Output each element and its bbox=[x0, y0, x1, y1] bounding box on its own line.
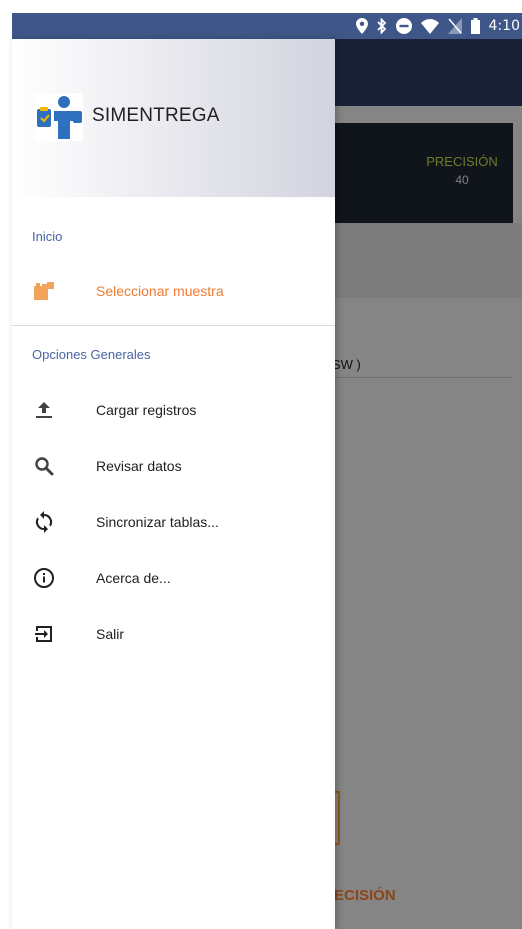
menu-label: Sincronizar tablas... bbox=[96, 514, 219, 530]
menu-item-cargar-registros[interactable]: Cargar registros bbox=[12, 390, 335, 430]
select-sample-icon bbox=[32, 279, 56, 303]
location-icon bbox=[355, 18, 368, 34]
menu-label: Seleccionar muestra bbox=[96, 283, 224, 299]
bluetooth-icon bbox=[376, 18, 387, 34]
screen-edge bbox=[0, 0, 12, 929]
upload-icon bbox=[32, 398, 56, 422]
menu-item-seleccionar-muestra[interactable]: Seleccionar muestra bbox=[12, 271, 335, 311]
app-name: SIMENTREGA bbox=[92, 105, 220, 126]
menu-label: Salir bbox=[96, 626, 125, 642]
drawer-header: SIMENTREGA bbox=[12, 39, 335, 197]
status-bar: 4:10 bbox=[12, 13, 522, 39]
do-not-disturb-icon bbox=[395, 18, 412, 34]
section-label-opciones-generales: Opciones Generales bbox=[32, 347, 151, 362]
info-icon bbox=[32, 566, 56, 590]
menu-item-acerca-de[interactable]: Acerca de... bbox=[12, 558, 335, 598]
no-sim-icon bbox=[447, 18, 462, 34]
simentrega-logo bbox=[35, 93, 83, 141]
menu-item-sincronizar-tablas[interactable]: Sincronizar tablas... bbox=[12, 502, 335, 542]
section-divider bbox=[12, 325, 335, 326]
menu-label: Acerca de... bbox=[96, 570, 171, 586]
menu-label: Revisar datos bbox=[96, 458, 182, 474]
sync-icon bbox=[32, 510, 56, 534]
section-label-inicio: Inicio bbox=[32, 229, 63, 244]
menu-item-salir[interactable]: Salir bbox=[12, 614, 335, 654]
status-time: 4:10 bbox=[488, 18, 520, 34]
exit-icon bbox=[32, 622, 56, 646]
wifi-icon bbox=[420, 18, 439, 34]
navigation-drawer: SIMENTREGA Inicio Seleccionar muestra Op… bbox=[12, 39, 335, 929]
menu-item-revisar-datos[interactable]: Revisar datos bbox=[12, 446, 335, 486]
search-icon bbox=[32, 454, 56, 478]
menu-label: Cargar registros bbox=[96, 402, 197, 418]
battery-icon bbox=[470, 18, 480, 34]
